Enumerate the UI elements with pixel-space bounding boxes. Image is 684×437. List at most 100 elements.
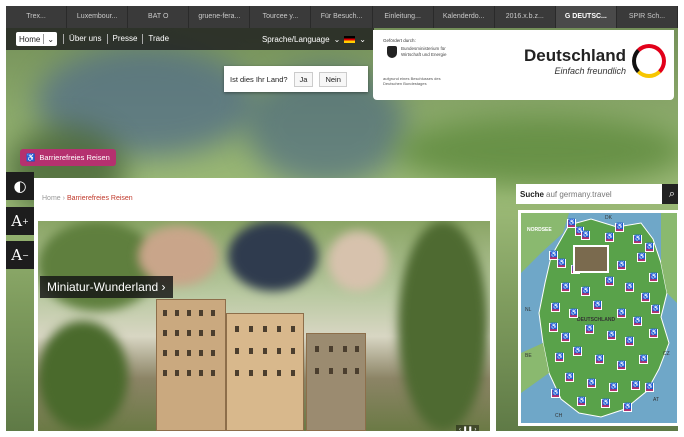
chevron-down-icon: ⌄ [47, 34, 55, 44]
increase-font-button[interactable]: A + [6, 207, 34, 235]
wheelchair-icon[interactable]: ♿ [607, 331, 616, 340]
decrease-font-button[interactable]: A − [6, 241, 34, 269]
browser-tab[interactable]: G DEUTSC... [555, 6, 617, 28]
wheelchair-icon[interactable]: ♿ [565, 373, 574, 382]
miniature-building [306, 333, 366, 431]
wheelchair-icon[interactable]: ♿ [631, 381, 640, 390]
wheelchair-icon[interactable]: ♿ [609, 383, 618, 392]
country-confirm-popup: Ist dies Ihr Land? Ja Nein [224, 66, 368, 92]
wheelchair-icon[interactable]: ♿ [651, 305, 660, 314]
map-sea-label: NORDSEE [527, 227, 552, 233]
wheelchair-icon[interactable]: ♿ [617, 361, 626, 370]
chevron-down-icon: ⌄ [333, 34, 341, 44]
map-photo-thumbnail[interactable] [573, 245, 609, 273]
wheelchair-icon[interactable]: ♿ [605, 277, 614, 286]
wheelchair-icon[interactable]: ♿ [587, 379, 596, 388]
wheelchair-icon[interactable]: ♿ [585, 325, 594, 334]
brand-tagline: Einfach freundlich [554, 66, 626, 76]
wheelchair-icon[interactable]: ♿ [581, 231, 590, 240]
wheelchair-icon[interactable]: ♿ [555, 353, 564, 362]
wheelchair-icon[interactable]: ♿ [601, 399, 610, 408]
wheelchair-icon[interactable]: ♿ [637, 253, 646, 262]
wheelchair-icon[interactable]: ♿ [577, 397, 586, 406]
home-select[interactable]: Home ⌄ [16, 32, 58, 46]
browser-tab[interactable]: 2016.x.b.z... [495, 6, 556, 28]
wheelchair-icon: ♿ [26, 153, 36, 162]
wheelchair-icon[interactable]: ♿ [561, 333, 570, 342]
breadcrumb-home[interactable]: Home [42, 195, 61, 202]
slideshow-controls[interactable]: ‹ ❚❚ › [456, 425, 480, 431]
barrier-free-map[interactable]: NORDSEE DK NL BE CZ AT CH DEUTSCHLAND ♿ ♿… [518, 210, 678, 426]
wheelchair-icon[interactable]: ♿ [569, 309, 578, 318]
browser-tab[interactable]: Tourcee y... [250, 6, 312, 28]
barrier-free-button[interactable]: ♿ Barrierefreies Reisen [20, 149, 116, 166]
browser-tab[interactable]: Kalenderdo... [434, 6, 495, 28]
browser-tab-bar: Trex... Luxembour... BAT Ogruene-fera... To… [6, 6, 678, 28]
wheelchair-icon[interactable]: ♿ [617, 261, 626, 270]
map-country-label: CH [555, 413, 563, 419]
nav-link-about[interactable]: Über uns [63, 34, 106, 44]
no-button[interactable]: Nein [319, 71, 347, 87]
site-nav-bar: Home ⌄ Über uns Presse Trade Sprache/Lan… [6, 28, 374, 50]
search-placeholder: auf germany.travel [546, 189, 612, 199]
contrast-toggle-button[interactable]: ◐ [6, 172, 34, 200]
wheelchair-icon[interactable]: ♿ [573, 347, 582, 356]
face-blur [328, 231, 388, 291]
search-input[interactable]: Suche auf germany.travel [516, 184, 662, 204]
miniature-building [156, 299, 226, 431]
foliage-blur [38, 321, 128, 431]
barrier-free-label: Barrierefreies Reisen [39, 153, 110, 162]
wheelchair-icon[interactable]: ♿ [605, 233, 614, 242]
wheelchair-icon[interactable]: ♿ [549, 323, 558, 332]
browser-tab[interactable]: BAT O [128, 6, 190, 28]
divider [43, 34, 45, 44]
browser-tab[interactable]: Einleitung... [373, 6, 434, 28]
screen-frame: Trex... Luxembour... BAT Ogruene-fera... To… [6, 6, 678, 431]
wheelchair-icon[interactable]: ♿ [625, 283, 634, 292]
nav-link-trade[interactable]: Trade [142, 34, 174, 44]
wheelchair-icon[interactable]: ♿ [615, 223, 624, 232]
wheelchair-icon[interactable]: ♿ [551, 389, 560, 398]
jacket-blur [228, 221, 318, 291]
search-icon: ⌕ [668, 187, 676, 200]
search-button[interactable]: ⌕ [662, 184, 678, 204]
yes-button[interactable]: Ja [293, 71, 314, 87]
browser-tab[interactable]: SPIR Sch... [617, 6, 678, 28]
wheelchair-icon[interactable]: ♿ [617, 309, 626, 318]
germany-brand-logo-icon[interactable] [632, 44, 666, 78]
country-question: Ist dies Ihr Land? [230, 74, 288, 84]
wheelchair-icon[interactable]: ♿ [649, 329, 658, 338]
wheelchair-icon[interactable]: ♿ [623, 403, 632, 412]
wheelchair-icon[interactable]: ♿ [645, 243, 654, 252]
breadcrumb-current: Barrierefreies Reisen [66, 195, 133, 202]
search-prefix: Suche [520, 189, 545, 199]
wheelchair-icon[interactable]: ♿ [645, 383, 654, 392]
wheelchair-icon[interactable]: ♿ [581, 287, 590, 296]
wheelchair-icon[interactable]: ♿ [557, 259, 566, 268]
wheelchair-icon[interactable]: ♿ [649, 273, 658, 282]
wheelchair-icon[interactable]: ♿ [595, 355, 604, 364]
background-blur [396, 116, 678, 186]
wheelchair-icon[interactable]: ♿ [641, 293, 650, 302]
wheelchair-icon[interactable]: ♿ [625, 337, 634, 346]
wheelchair-icon[interactable]: ♿ [639, 355, 648, 364]
wheelchair-icon[interactable]: ♿ [561, 283, 570, 292]
map-country-label: DEUTSCHLAND [577, 317, 616, 323]
increase-font-label: A [11, 212, 23, 230]
browser-tab[interactable]: Für Besuch... [311, 6, 373, 28]
wheelchair-icon[interactable]: ♿ [593, 301, 602, 310]
wheelchair-icon[interactable]: ♿ [633, 317, 642, 326]
browser-tab[interactable]: Luxembour... [67, 6, 129, 28]
brand-title[interactable]: Deutschland [524, 46, 626, 66]
hero-caption-link[interactable]: Miniatur-Wunderland › [40, 276, 173, 298]
language-selector[interactable]: Sprache/Language ⌄ ⌄ [262, 35, 374, 44]
wheelchair-icon[interactable]: ♿ [551, 303, 560, 312]
wheelchair-icon[interactable]: ♿ [633, 235, 642, 244]
ministry-name: Bundesministerium für Wirtschaft und Ene… [401, 46, 447, 57]
hero-image[interactable] [38, 221, 490, 431]
browser-tab[interactable]: Trex... [6, 6, 68, 28]
map-country-label: NL [525, 307, 532, 313]
nav-link-press[interactable]: Presse [106, 34, 143, 44]
browser-tab[interactable]: gruene-fera... [189, 6, 251, 28]
minus-sign: − [22, 250, 29, 260]
